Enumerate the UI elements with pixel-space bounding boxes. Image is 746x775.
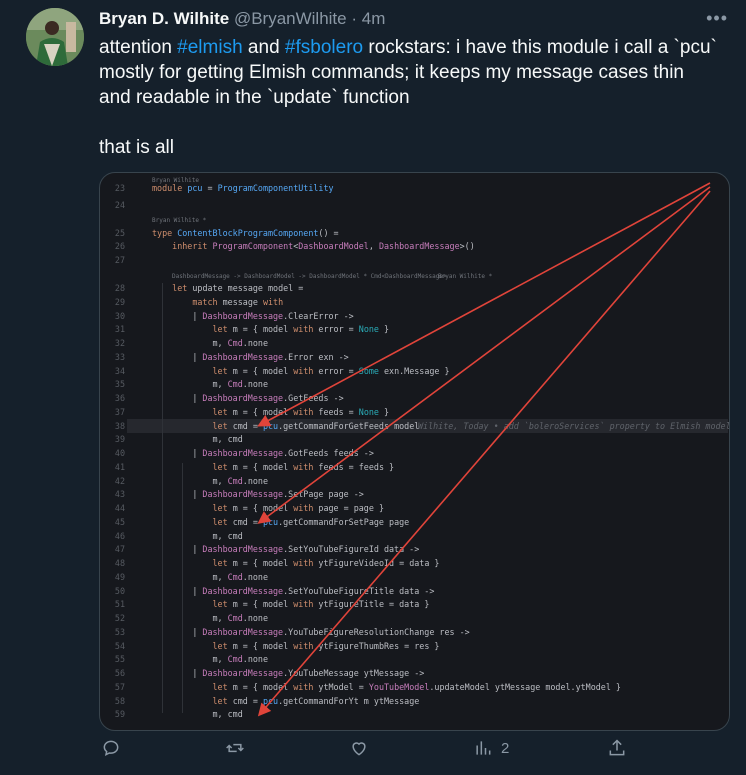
retweet-button[interactable] (225, 738, 245, 758)
retweet-icon (226, 743, 244, 753)
reply-button[interactable] (101, 738, 121, 758)
reply-icon (103, 740, 119, 757)
tweet-header: Bryan D. Wilhite @BryanWilhite · 4m (99, 8, 385, 30)
separator: · (351, 9, 358, 28)
author-name[interactable]: Bryan D. Wilhite (99, 9, 229, 28)
arrow-line (257, 182, 711, 427)
text-span: and (242, 37, 285, 58)
more-options-icon[interactable]: ••• (706, 8, 728, 29)
tweet-paragraph: attention #elmish and #fsbolero rockstar… (99, 35, 719, 110)
avatar[interactable] (26, 8, 84, 66)
text-span: attention (99, 37, 178, 58)
heart-icon (352, 742, 366, 756)
views-icon (476, 741, 491, 755)
views-button[interactable]: 2 (473, 738, 509, 758)
arrow-line (257, 186, 711, 524)
share-icon (609, 739, 625, 756)
tweet-text: attention #elmish and #fsbolero rockstar… (99, 35, 719, 160)
share-button[interactable] (607, 738, 627, 758)
timestamp[interactable]: 4m (362, 9, 386, 28)
author-handle[interactable]: @BryanWilhite (234, 9, 347, 28)
like-button[interactable] (349, 738, 369, 758)
hashtag-elmish[interactable]: #elmish (177, 37, 242, 58)
arrow-line (257, 190, 711, 717)
red-arrows-annotation (257, 182, 711, 717)
tweet-paragraph-2: that is all (99, 137, 174, 158)
tweet-action-bar: 2 (99, 738, 728, 768)
hashtag-fsbolero[interactable]: #fsbolero (285, 37, 363, 58)
avatar-image (26, 8, 84, 66)
views-count: 2 (501, 739, 510, 757)
tweet-media-image[interactable]: Bryan Wilhite Bryan Wilhite * DashboardM… (99, 172, 730, 731)
